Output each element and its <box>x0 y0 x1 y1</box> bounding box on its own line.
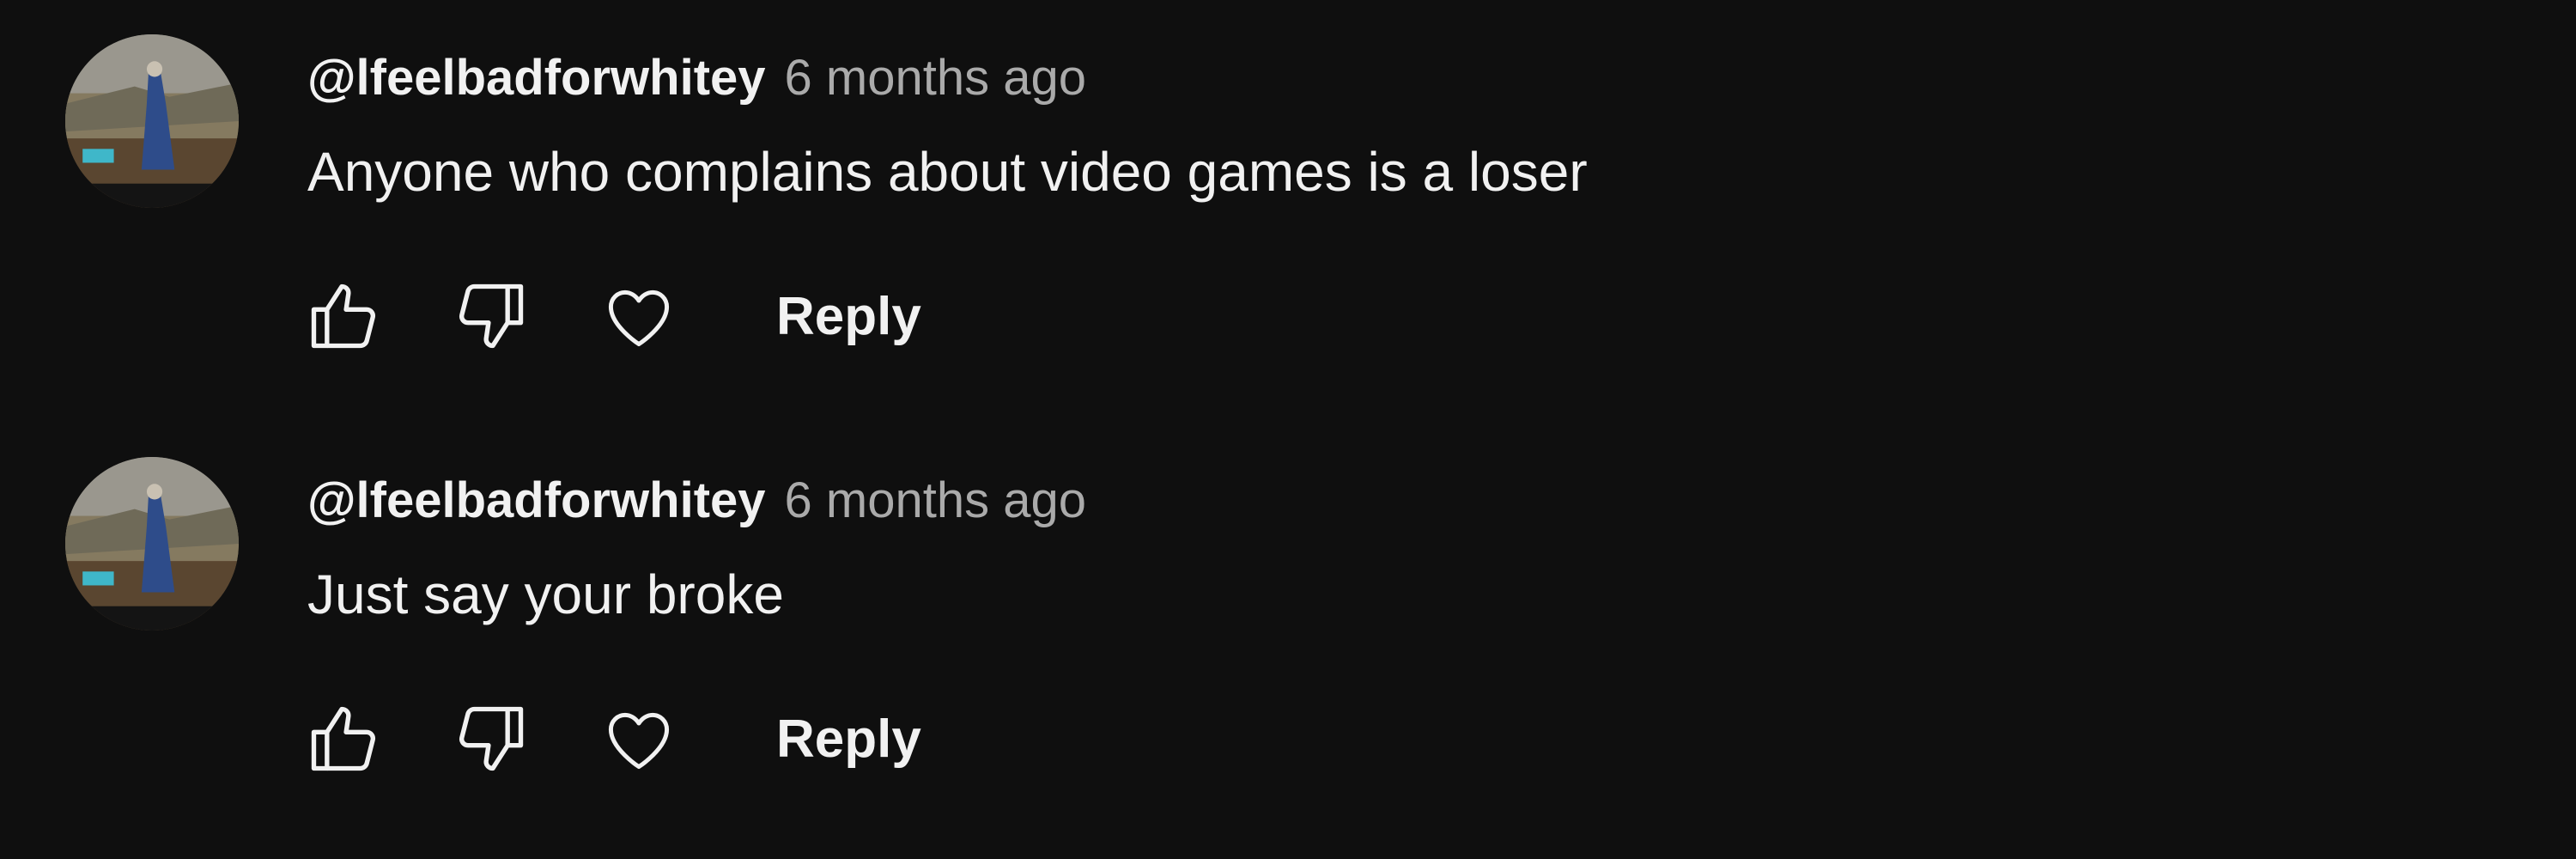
reply-button[interactable]: Reply <box>776 700 921 778</box>
comment-actions: Reply <box>301 696 921 782</box>
comment-header: @lfeelbadforwhitey 6 months ago <box>307 43 1086 112</box>
reply-button[interactable]: Reply <box>776 277 921 356</box>
like-button[interactable] <box>301 273 386 359</box>
comment-header: @lfeelbadforwhitey 6 months ago <box>307 466 1086 534</box>
comment-thread-item: @lfeelbadforwhitey 6 months ago Just say… <box>0 423 2576 844</box>
author-name[interactable]: @lfeelbadforwhitey <box>307 49 766 107</box>
heart-icon <box>608 712 670 770</box>
comment-thread-item: @lfeelbadforwhitey 6 months ago Anyone w… <box>0 0 2576 421</box>
thumbs-down-icon <box>459 706 524 771</box>
timestamp[interactable]: 6 months ago <box>785 49 1086 107</box>
thumbs-up-icon <box>311 706 376 771</box>
dislike-button[interactable] <box>448 696 534 782</box>
timestamp[interactable]: 6 months ago <box>785 472 1086 529</box>
dislike-button[interactable] <box>448 273 534 359</box>
thumbs-down-icon <box>459 283 524 349</box>
heart-button[interactable] <box>596 696 682 782</box>
thumbs-up-icon <box>311 283 376 349</box>
comment-text: Anyone who complains about video games i… <box>307 141 1588 203</box>
avatar-image <box>65 34 239 208</box>
avatar[interactable] <box>65 457 239 631</box>
avatar-image <box>65 457 239 631</box>
like-button[interactable] <box>301 696 386 782</box>
heart-button[interactable] <box>596 273 682 359</box>
heart-icon <box>608 289 670 347</box>
comment-actions: Reply <box>301 273 921 359</box>
comment-text: Just say your broke <box>307 564 784 625</box>
avatar[interactable] <box>65 34 239 208</box>
author-name[interactable]: @lfeelbadforwhitey <box>307 472 766 529</box>
